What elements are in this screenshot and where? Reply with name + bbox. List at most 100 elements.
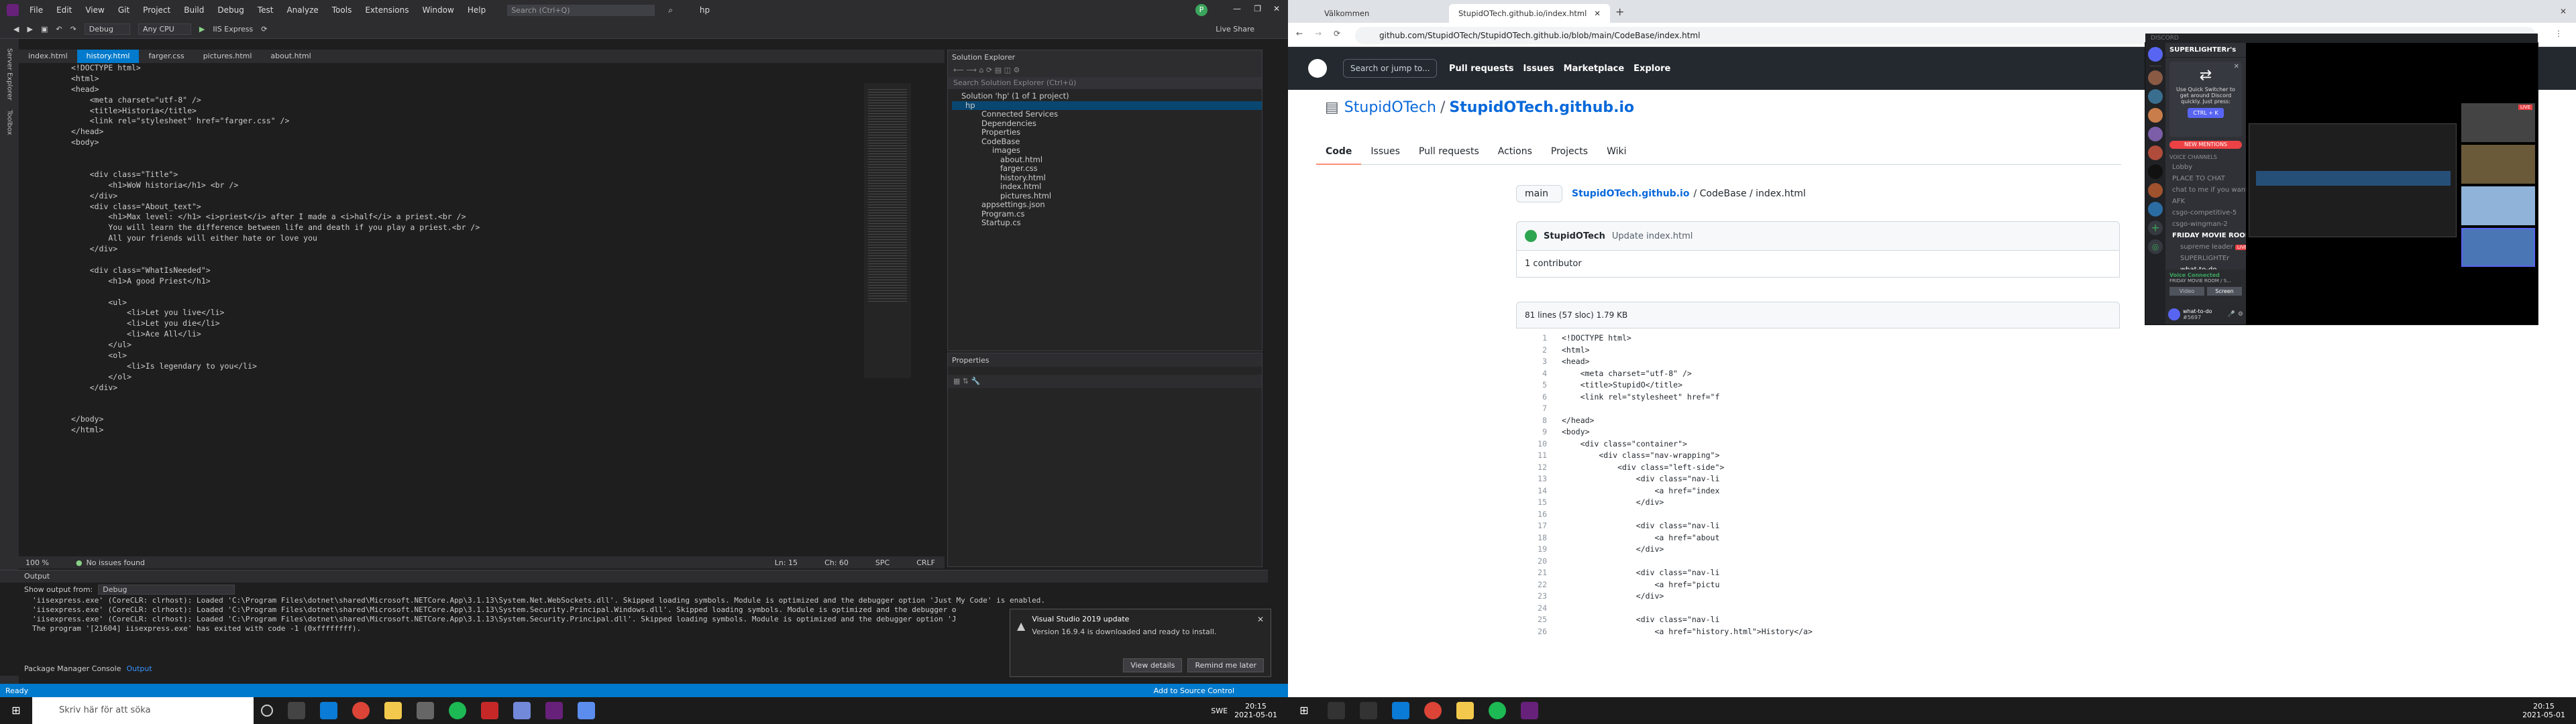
menu-project[interactable]: Project bbox=[143, 5, 170, 15]
file-code[interactable]: 1 <!DOCTYPE html> 2 <html> 3 <head> 4 <meta ch… bbox=[1516, 328, 2120, 638]
stream-preview[interactable] bbox=[2249, 123, 2457, 237]
refresh-icon[interactable]: ⟳ bbox=[261, 25, 267, 34]
code-line[interactable]: 3 <head> bbox=[1516, 356, 2120, 368]
server-icon[interactable] bbox=[2148, 89, 2163, 104]
member-supreme-leader[interactable]: supreme leader LIVE bbox=[2165, 241, 2246, 253]
microphone-icon[interactable]: 🎤 bbox=[2228, 311, 2235, 318]
code-line[interactable]: <li>Let you die</li> bbox=[71, 318, 896, 329]
code-line[interactable]: 8 </head> bbox=[1516, 415, 2120, 427]
tab-package-manager-console[interactable]: Package Manager Console bbox=[24, 664, 121, 673]
code-line[interactable]: <li>Is legendary to you</li> bbox=[71, 361, 896, 372]
tree-properties[interactable]: Properties bbox=[952, 127, 1262, 137]
explorer-icon[interactable] bbox=[1456, 702, 1474, 719]
browser-tab-github[interactable]: StupidOTech.github.io/index.html ✕ bbox=[1449, 4, 1610, 23]
server-explorer-tab[interactable]: Server Explorer bbox=[6, 48, 13, 101]
code-line[interactable]: <head> bbox=[71, 84, 896, 95]
code-text[interactable]: <body> bbox=[1562, 427, 1590, 436]
browser-tab-welcome[interactable]: Välkommen bbox=[1315, 4, 1449, 23]
taskbar-search[interactable]: Skriv här för att söka bbox=[32, 697, 254, 724]
tree-appsettings[interactable]: appsettings.json bbox=[952, 200, 1262, 210]
channel-csgo-competitive[interactable]: csgo-competitive-5 bbox=[2165, 207, 2246, 219]
code-text[interactable]: </head> bbox=[1562, 416, 1594, 425]
code-line[interactable]: 1 <!DOCTYPE html> bbox=[1516, 333, 2120, 345]
code-text[interactable]: <a href="history.html">History</a> bbox=[1562, 627, 1812, 636]
close-icon[interactable]: ✕ bbox=[2234, 63, 2239, 70]
code-line[interactable]: 21 <div class="nav-li bbox=[1516, 567, 2120, 579]
github-logo-icon[interactable] bbox=[1308, 59, 1327, 78]
server-icon[interactable] bbox=[2148, 108, 2163, 123]
clock-time[interactable]: 20:15 bbox=[2522, 702, 2565, 711]
code-text[interactable]: <link rel="stylesheet" href="f bbox=[1562, 392, 1720, 402]
clock-date[interactable]: 2021-05-01 bbox=[1234, 711, 1277, 719]
channel-csgo-wingman[interactable]: csgo-wingman-2 bbox=[2165, 219, 2246, 230]
forward-icon[interactable]: ▶ bbox=[27, 25, 32, 34]
code-line[interactable]: <div class="Title"> bbox=[71, 170, 896, 180]
commit-user[interactable]: StupidOTech bbox=[1544, 231, 1605, 241]
tab-code[interactable]: Code bbox=[1316, 138, 1362, 165]
code-line[interactable]: <div class="About_text"> bbox=[71, 202, 896, 213]
code-text[interactable]: <div class="container"> bbox=[1562, 439, 1687, 448]
search-icon[interactable] bbox=[1328, 702, 1345, 719]
user-tile[interactable] bbox=[2461, 145, 2535, 184]
undo-icon[interactable]: ↶ bbox=[56, 25, 62, 34]
code-line[interactable]: <body> bbox=[71, 137, 896, 148]
view-details-button[interactable]: View details bbox=[1123, 658, 1183, 672]
server-icon[interactable] bbox=[2148, 127, 2163, 141]
tree-codebase[interactable]: CodeBase bbox=[952, 137, 1262, 147]
code-text[interactable]: <a href="index bbox=[1562, 486, 1719, 495]
menu-analyze[interactable]: Analyze bbox=[286, 5, 318, 15]
code-line[interactable]: You will learn the difference between li… bbox=[71, 223, 896, 233]
gear-icon[interactable]: ⚙ bbox=[2238, 311, 2243, 318]
tree-images[interactable]: images bbox=[952, 145, 1262, 156]
channel-afk[interactable]: AFK bbox=[2165, 196, 2246, 207]
close-icon[interactable]: ✕ bbox=[1257, 615, 1264, 624]
menu-git[interactable]: Git bbox=[118, 5, 129, 15]
code-line[interactable]: <ul> bbox=[71, 298, 896, 308]
chrome-icon[interactable] bbox=[1424, 702, 1442, 719]
code-line[interactable]: </html> bbox=[71, 425, 896, 436]
channel-friday-movie-room[interactable]: FRIDAY MOVIE ROOM bbox=[2165, 230, 2246, 241]
code-line[interactable]: 5 <title>StupidO</title> bbox=[1516, 379, 2120, 391]
reload-icon[interactable]: ⟳ bbox=[1334, 29, 1340, 38]
task-view-icon[interactable] bbox=[1360, 702, 1377, 719]
code-line[interactable]: 19 </div> bbox=[1516, 544, 2120, 556]
code-text[interactable]: <div class="nav-li bbox=[1562, 568, 1720, 577]
spotify-icon[interactable] bbox=[449, 702, 466, 719]
live-share-button[interactable]: Live Share bbox=[1216, 25, 1254, 34]
code-text[interactable]: <a href="about bbox=[1562, 533, 1719, 542]
code-line[interactable]: 12 <div class="left-side"> bbox=[1516, 462, 2120, 474]
server-icon[interactable] bbox=[2148, 145, 2163, 160]
code-line[interactable]: </ul> bbox=[71, 340, 896, 351]
output-line[interactable]: 'iisexpress.exe' (CoreCLR: clrhost): Loa… bbox=[0, 596, 1268, 605]
code-line[interactable] bbox=[71, 287, 896, 298]
code-text[interactable]: <!DOCTYPE html> bbox=[1562, 333, 1631, 343]
code-text[interactable]: <div class="nav-li bbox=[1562, 474, 1720, 483]
menu-icon[interactable]: ⋮ bbox=[2555, 29, 2563, 38]
code-line[interactable]: <h1>Max level: </h1> <i>priest</i> after… bbox=[71, 212, 896, 223]
back-icon[interactable]: ← bbox=[1296, 29, 1303, 38]
ctrl-k-button[interactable]: CTRL + K bbox=[2188, 108, 2224, 118]
tree-about[interactable]: about.html bbox=[952, 155, 1262, 165]
code-line[interactable]: <div class="WhatIsNeeded"> bbox=[71, 265, 896, 276]
task-view-icon[interactable] bbox=[288, 702, 305, 719]
code-line[interactable]: </div> bbox=[71, 383, 896, 394]
server-name[interactable]: SUPERLIGHTERr's server bbox=[2165, 43, 2246, 68]
save-icon[interactable]: ▣ bbox=[41, 25, 48, 34]
code-text[interactable]: <div class="left-side"> bbox=[1562, 463, 1724, 472]
code-line[interactable]: <title>Historia</title> bbox=[71, 106, 896, 117]
platform-select[interactable]: Any CPU bbox=[138, 23, 191, 35]
channel-lobby[interactable]: Lobby bbox=[2165, 162, 2246, 173]
code-line[interactable]: 20 bbox=[1516, 556, 2120, 568]
back-icon[interactable]: ◀ bbox=[13, 25, 19, 34]
code-line[interactable]: <h1>A good Priest</h1> bbox=[71, 276, 896, 287]
code-line[interactable]: 4 <meta charset="utf-8" /> bbox=[1516, 368, 2120, 380]
tree-dependencies[interactable]: Dependencies bbox=[952, 119, 1262, 129]
tab-output[interactable]: Output bbox=[126, 664, 152, 673]
tab-pictures[interactable]: pictures.html bbox=[194, 50, 262, 63]
code-line[interactable] bbox=[71, 159, 896, 170]
repo-owner-link[interactable]: StupidOTech bbox=[1344, 99, 1436, 116]
search-input[interactable]: Search (Ctrl+Q) bbox=[507, 4, 655, 16]
server-icon[interactable] bbox=[2148, 202, 2163, 217]
code-line[interactable]: 13 <div class="nav-li bbox=[1516, 473, 2120, 485]
code-line[interactable]: 17 <div class="nav-li bbox=[1516, 520, 2120, 532]
